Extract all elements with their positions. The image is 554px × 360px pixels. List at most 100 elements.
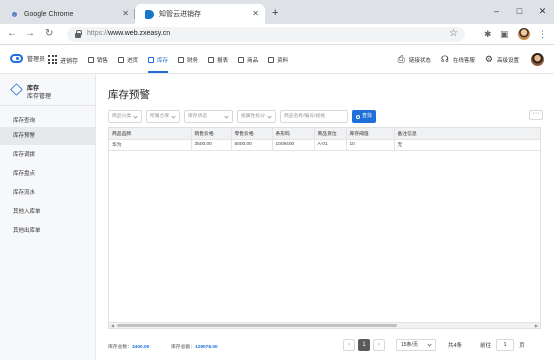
module-sales[interactable]: 销售 — [88, 46, 108, 73]
sidebar: 库存 库存管理 库存查询 库存预警 库存调拨 库存盘点 库存流水 其他入库单 其… — [0, 74, 96, 360]
module-purchase[interactable]: 进货 — [118, 46, 138, 73]
horizontal-scrollbar[interactable]: ◀ ▶ — [109, 322, 540, 328]
new-tab-icon[interactable]: + — [272, 7, 278, 19]
header-tools: ⎙ 链接状态 ☊ 在线客服 ⚙ 高级设置 — [388, 46, 544, 73]
app-favicon-icon — [145, 9, 154, 19]
side-panel-icon[interactable]: ▣ — [500, 27, 509, 41]
back-icon[interactable]: ← — [7, 28, 17, 40]
column-header[interactable]: 商品品牌 — [109, 128, 192, 140]
module-data[interactable]: 资料 — [268, 46, 288, 73]
browser-menu-icon[interactable]: ⋮ — [538, 27, 547, 41]
column-header[interactable]: 备注信息 — [394, 128, 540, 140]
module-reports[interactable]: 报表 — [208, 46, 228, 73]
minimize-icon[interactable]: – — [485, 0, 508, 24]
browser-tab-chrome[interactable]: Google Chrome ✕ — [0, 4, 135, 24]
app-switch-label[interactable]: 进销存 — [60, 56, 78, 65]
attribute-select[interactable]: 按属性标分 — [237, 110, 276, 123]
tab-title: 知管云进销存 — [159, 11, 201, 18]
window-controls: – □ ✕ — [485, 0, 554, 24]
query-button[interactable]: 查找 — [352, 110, 377, 123]
cell-threshold: 10 — [346, 139, 395, 151]
bookmark-star-icon[interactable]: ☆ — [449, 28, 458, 39]
more-options-button[interactable]: ··· — [529, 110, 543, 120]
reports-icon — [208, 56, 215, 63]
next-page-icon[interactable]: › — [373, 339, 385, 351]
chrome-icon — [10, 9, 19, 19]
column-header[interactable]: 零售价格 — [231, 128, 273, 140]
address-bar[interactable]: https://www.web.zxeasy.cn ☆ — [67, 27, 465, 42]
scrollbar-thumb[interactable] — [117, 324, 397, 327]
sidebar-item-stock-check[interactable]: 库存盘点 — [0, 165, 96, 183]
printer-status-button[interactable]: ⎙ 链接状态 — [398, 54, 431, 65]
prev-page-icon[interactable]: ‹ — [343, 339, 355, 351]
total-count: 共4条 — [448, 343, 463, 349]
close-tab-icon[interactable]: ✕ — [252, 9, 259, 19]
goto-page-input[interactable]: 1 — [496, 339, 515, 351]
sidebar-item-other-inbound[interactable]: 其他入库单 — [0, 203, 96, 221]
sidebar-item-other-outbound[interactable]: 其他出库单 — [0, 222, 96, 240]
online-support-button[interactable]: ☊ 在线客服 — [441, 54, 475, 65]
warehouse-select[interactable]: 所属仓库 — [146, 110, 180, 123]
logo-text: 管理员 — [27, 57, 46, 63]
table-header-row: 商品品牌 销售价格 零售价格 条形码 商品货位 库存阈值 备注信息 — [109, 128, 540, 140]
stock-total: 库存总数：3400.00 — [108, 345, 150, 350]
sales-icon — [88, 56, 94, 63]
scroll-right-icon[interactable]: ▶ — [535, 323, 538, 328]
goods-icon — [238, 56, 245, 63]
goto-label: 前往 — [480, 343, 492, 349]
app-header: 管理员 进销存 销售 进货 库存 财务 报表 商品 资料 ⎙ 链接状态 ☊ 在线客服… — [0, 46, 554, 74]
tab-title: Google Chrome — [24, 10, 74, 18]
forward-icon[interactable]: → — [25, 28, 35, 40]
page-number-current[interactable]: 1 — [358, 339, 370, 351]
inventory-icon — [148, 56, 155, 63]
filter-bar: 商品分类 所属仓库 库存状态 按属性标分 商品名称/编号/规格 查找 — [108, 110, 377, 123]
main-content: 库存预警 ··· 商品分类 所属仓库 库存状态 按属性标分 商品名称/编号/规格… — [97, 74, 554, 360]
search-icon — [356, 114, 360, 119]
browser-toolbar: ← → ↻ https://www.web.zxeasy.cn ☆ ✱ ▣ ⋮ — [0, 24, 554, 45]
cell-sale-price: 3500.00 — [191, 139, 232, 151]
sidebar-subtitle: 库存管理 — [27, 94, 52, 100]
headset-icon: ☊ — [440, 54, 449, 64]
keyword-input[interactable]: 商品名称/编号/规格 — [280, 110, 348, 123]
sidebar-item-stock-transfer[interactable]: 库存调拨 — [0, 146, 96, 164]
table-row[interactable]: 华为 3500.00 5000.00 1009400 A-01 10 无 — [109, 139, 540, 151]
profile-avatar[interactable] — [518, 28, 530, 40]
sidebar-header: 库存 库存管理 — [0, 74, 96, 106]
pagination: ‹ 1 › 15条/页 共4条 前往 1 页 — [343, 339, 525, 351]
user-avatar[interactable] — [531, 53, 544, 66]
cell-retail-price: 5000.00 — [231, 139, 273, 151]
app-grid-icon[interactable] — [48, 55, 57, 64]
close-tab-icon[interactable]: ✕ — [122, 9, 129, 19]
sidebar-item-stock-flow[interactable]: 库存流水 — [0, 184, 96, 202]
advanced-settings-button[interactable]: ⚙ 高级设置 — [485, 54, 519, 65]
layers-icon — [10, 83, 23, 96]
module-inventory[interactable]: 库存 — [148, 46, 169, 73]
cell-barcode: 1009400 — [272, 139, 315, 151]
purchase-icon — [118, 56, 125, 63]
category-select[interactable]: 商品分类 — [108, 110, 142, 123]
cloud-logo-icon — [10, 54, 23, 63]
app-logo[interactable]: 管理员 — [10, 54, 45, 63]
module-finance[interactable]: 财务 — [178, 46, 198, 73]
maximize-icon[interactable]: □ — [508, 0, 531, 24]
column-header[interactable]: 条形码 — [272, 128, 315, 140]
module-goods[interactable]: 商品 — [238, 46, 258, 73]
browser-tab-app[interactable]: 知管云进销存 ✕ — [135, 4, 265, 24]
sidebar-item-stock-warning[interactable]: 库存预警 — [0, 127, 96, 145]
scroll-left-icon[interactable]: ◀ — [111, 323, 114, 328]
browser-tab-strip: Google Chrome ✕ 知管云进销存 ✕ + – □ ✕ — [0, 0, 554, 24]
close-window-icon[interactable]: ✕ — [531, 0, 554, 24]
column-header[interactable]: 商品货位 — [314, 128, 347, 140]
lock-icon — [75, 30, 82, 38]
column-header[interactable]: 库存阈值 — [346, 128, 395, 140]
table-footer: 库存总数：3400.00 库存总额：129078.00 ‹ 1 › 15条/页 … — [97, 336, 554, 356]
warning-table: 商品品牌 销售价格 零售价格 条形码 商品货位 库存阈值 备注信息 华为 350… — [108, 127, 541, 329]
stock-status-select[interactable]: 库存状态 — [184, 110, 233, 123]
finance-icon — [178, 56, 185, 63]
cell-location: A-01 — [314, 139, 347, 151]
page-size-select[interactable]: 15条/页 — [396, 339, 436, 351]
column-header[interactable]: 销售价格 — [191, 128, 232, 140]
extensions-icon[interactable]: ✱ — [484, 27, 492, 41]
reload-icon[interactable]: ↻ — [45, 28, 53, 40]
page-title: 库存预警 — [108, 89, 150, 101]
